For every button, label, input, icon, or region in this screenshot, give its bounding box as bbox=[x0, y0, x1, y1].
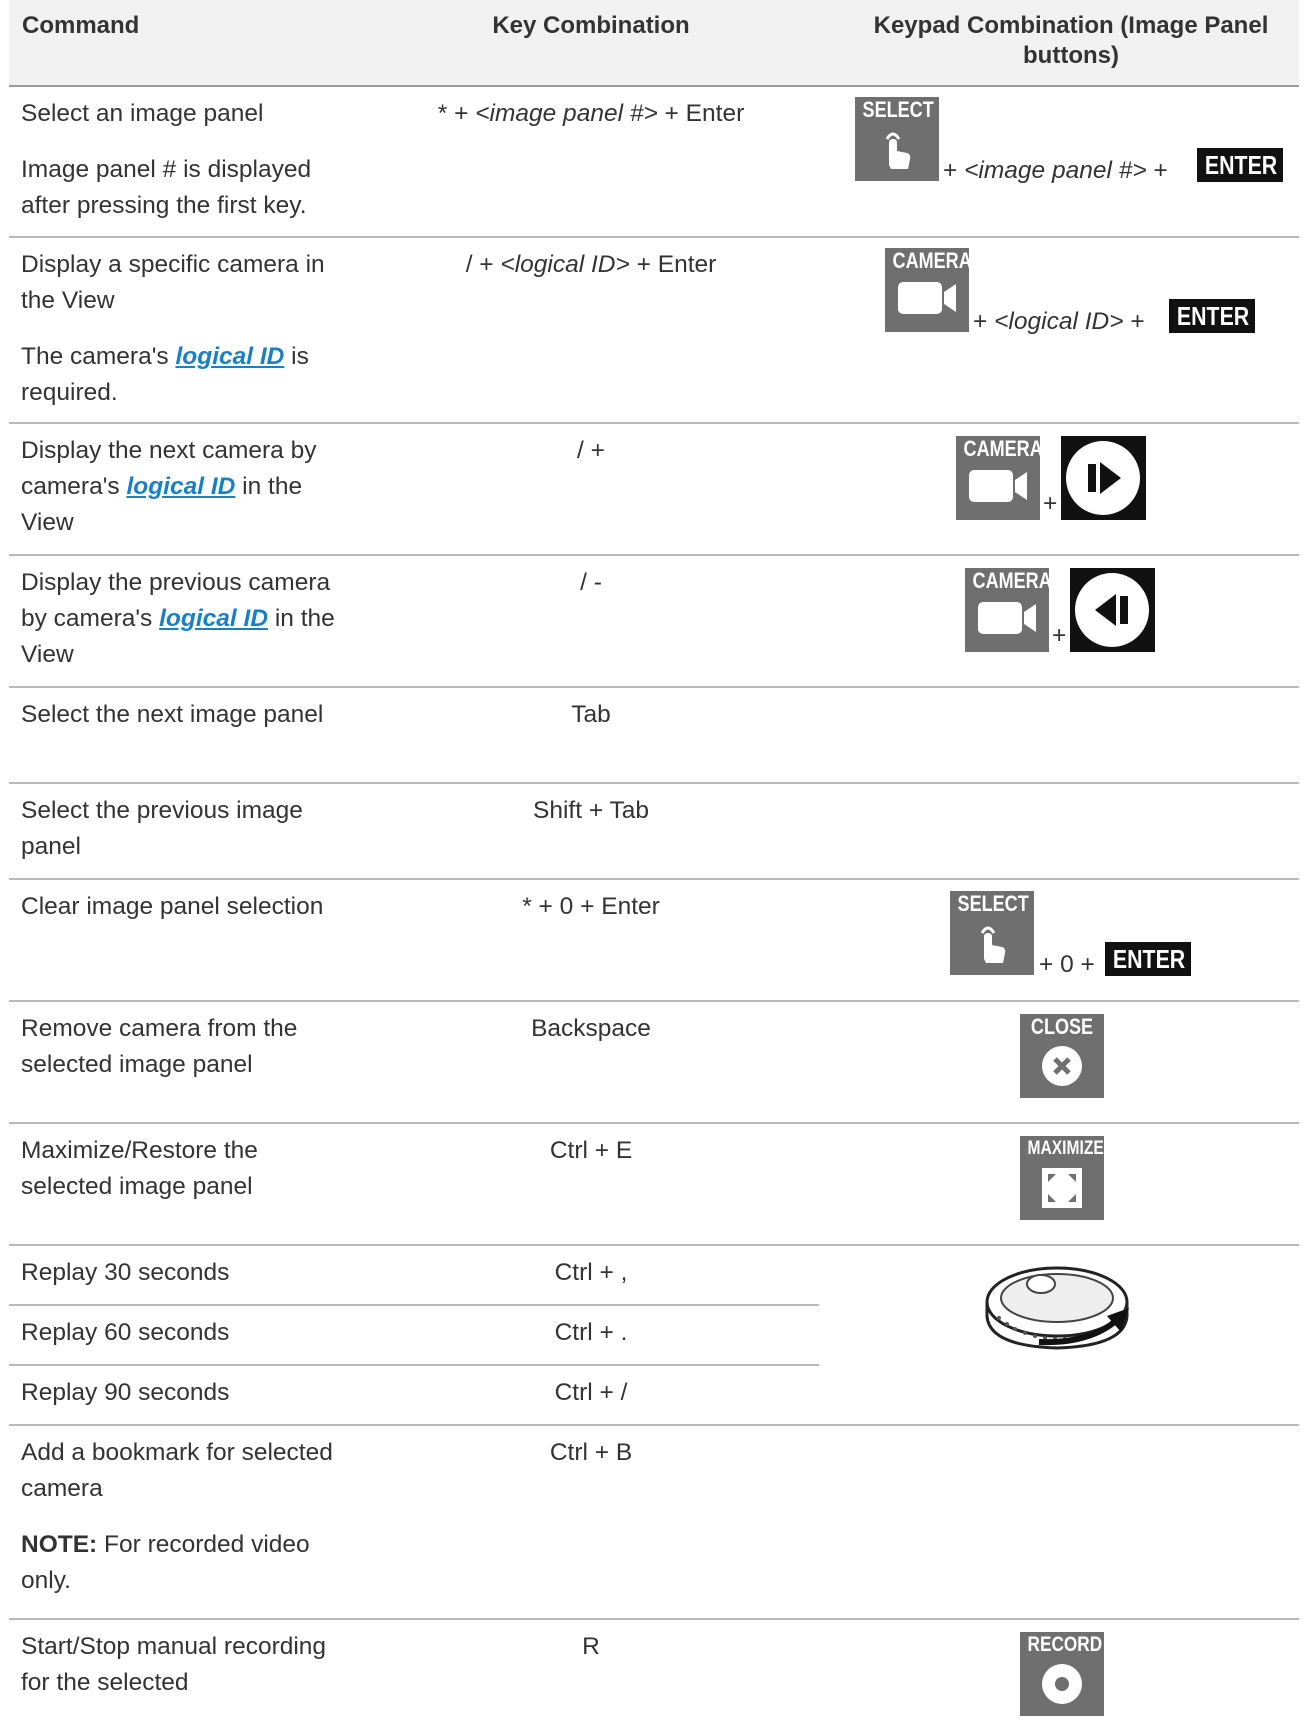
header-command: Command bbox=[22, 12, 140, 39]
command-text: Replay 90 seconds bbox=[21, 1379, 230, 1406]
table-row-remove-camera: Remove camera from the selected image pa… bbox=[9, 1002, 1299, 1124]
command-text: Remove camera from the selected image pa… bbox=[21, 1015, 298, 1078]
key-combination: * + 0 + Enter bbox=[522, 893, 660, 920]
command-cell: Select an image panel Image panel # is d… bbox=[21, 96, 351, 244]
command-cell: Display the previous camera by camera's … bbox=[21, 565, 351, 693]
table-row-replay-30: Replay 30 seconds Ctrl + , bbox=[9, 1246, 819, 1306]
table-row-select-panel: Select an image panel Image panel # is d… bbox=[9, 87, 1299, 238]
previous-button-icon bbox=[1070, 568, 1155, 652]
command-text: Display a specific camera in the View bbox=[21, 251, 325, 314]
command-note: Image panel # is displayed after pressin… bbox=[21, 156, 312, 219]
command-text: Display the previous camera by camera's … bbox=[21, 569, 335, 668]
table-row-bookmark: Add a bookmark for selected camera NOTE:… bbox=[9, 1426, 1299, 1620]
key-combination: / + bbox=[577, 437, 605, 464]
key-combination: R bbox=[582, 1633, 600, 1660]
key-combination: Ctrl + / bbox=[554, 1379, 628, 1406]
table-row-previous-camera: Display the previous camera by camera's … bbox=[9, 556, 1299, 688]
logical-id-link[interactable]: logical ID bbox=[159, 605, 268, 632]
camera-button-icon: CAMERA bbox=[956, 436, 1043, 520]
table-row-display-camera: Display a specific camera in the View Th… bbox=[9, 238, 1299, 424]
keypad-combination-text: + <logical ID> + bbox=[973, 308, 1145, 335]
table-row-replay-60: Replay 60 seconds Ctrl + . bbox=[9, 1306, 819, 1366]
command-cell: Add a bookmark for selected camera NOTE:… bbox=[21, 1435, 351, 1619]
command-note: The camera's logical ID is required. bbox=[21, 343, 309, 406]
command-text: Select the previous image panel bbox=[21, 797, 303, 860]
select-button-icon: SELECT bbox=[950, 891, 1034, 975]
record-button-icon: RECORD bbox=[1020, 1632, 1104, 1716]
select-button-icon: SELECT bbox=[855, 97, 939, 181]
camera-button-icon: CAMERA bbox=[885, 248, 972, 332]
command-text: Maximize/Restore the selected image pane… bbox=[21, 1137, 258, 1200]
key-combination: Shift + Tab bbox=[532, 797, 649, 824]
camera-button-icon: CAMERA bbox=[965, 568, 1052, 652]
command-text: Clear image panel selection bbox=[21, 893, 324, 920]
jog-dial-icon bbox=[979, 1256, 1139, 1356]
plus-sign: + bbox=[1043, 490, 1058, 517]
key-combination: Ctrl + E bbox=[549, 1137, 633, 1164]
enter-button-icon: ENTER bbox=[1197, 148, 1283, 182]
close-button-icon: CLOSE bbox=[1020, 1014, 1104, 1098]
table-row-record: Start/Stop manual recording for the sele… bbox=[9, 1620, 1299, 1728]
keypad-combination-text: + <image panel #> + bbox=[943, 157, 1168, 184]
enter-button-icon: ENTER bbox=[1169, 299, 1255, 333]
header-key-combination: Key Combination bbox=[492, 12, 690, 39]
command-text: Add a bookmark for selected camera bbox=[21, 1439, 333, 1502]
keypad-combination-text: + 0 + bbox=[1039, 951, 1095, 978]
table-row-next-panel: Select the next image panel Tab bbox=[9, 688, 1299, 784]
command-cell: Display a specific camera in the View Th… bbox=[21, 247, 351, 431]
key-combination: / + <logical ID> + Enter bbox=[465, 251, 717, 278]
command-text: Replay 30 seconds bbox=[21, 1259, 230, 1286]
table-row-maximize: Maximize/Restore the selected image pane… bbox=[9, 1124, 1299, 1246]
shortcut-table: Command Key Combination Keypad Combinati… bbox=[9, 0, 1299, 1728]
key-combination: * + <image panel #> + Enter bbox=[437, 100, 745, 127]
command-text: Replay 60 seconds bbox=[21, 1319, 230, 1346]
key-combination: Backspace bbox=[531, 1015, 651, 1042]
command-text: Select the next image panel bbox=[21, 701, 324, 728]
key-combination: Ctrl + , bbox=[554, 1259, 628, 1286]
key-combination: / - bbox=[580, 569, 602, 596]
command-text: Display the next camera by camera's logi… bbox=[21, 437, 317, 536]
key-combination: Ctrl + . bbox=[554, 1319, 628, 1346]
header-keypad-combination: Keypad Combination (Image Panel buttons) bbox=[873, 12, 1269, 69]
table-row-next-camera: Display the next camera by camera's logi… bbox=[9, 424, 1299, 556]
command-cell: Display the next camera by camera's logi… bbox=[21, 433, 351, 561]
maximize-button-icon: MAXIMIZE bbox=[1020, 1136, 1104, 1220]
enter-button-icon: ENTER bbox=[1105, 942, 1191, 976]
command-text: Start/Stop manual recording for the sele… bbox=[21, 1633, 327, 1696]
plus-sign: + bbox=[1052, 622, 1067, 649]
logical-id-link[interactable]: logical ID bbox=[126, 473, 235, 500]
logical-id-link[interactable]: logical ID bbox=[175, 343, 284, 370]
command-note: NOTE: For recorded video only. bbox=[21, 1531, 310, 1594]
table-header: Command Key Combination Keypad Combinati… bbox=[9, 0, 1299, 87]
table-row-clear-panel: Clear image panel selection * + 0 + Ente… bbox=[9, 880, 1299, 1002]
key-combination: Tab bbox=[571, 701, 611, 728]
command-text: Select an image panel bbox=[21, 100, 264, 127]
table-row-replay-90: Replay 90 seconds Ctrl + / bbox=[9, 1366, 1299, 1426]
key-combination: Ctrl + B bbox=[549, 1439, 633, 1466]
table-row-previous-panel: Select the previous image panel Shift + … bbox=[9, 784, 1299, 880]
next-button-icon bbox=[1061, 436, 1146, 520]
